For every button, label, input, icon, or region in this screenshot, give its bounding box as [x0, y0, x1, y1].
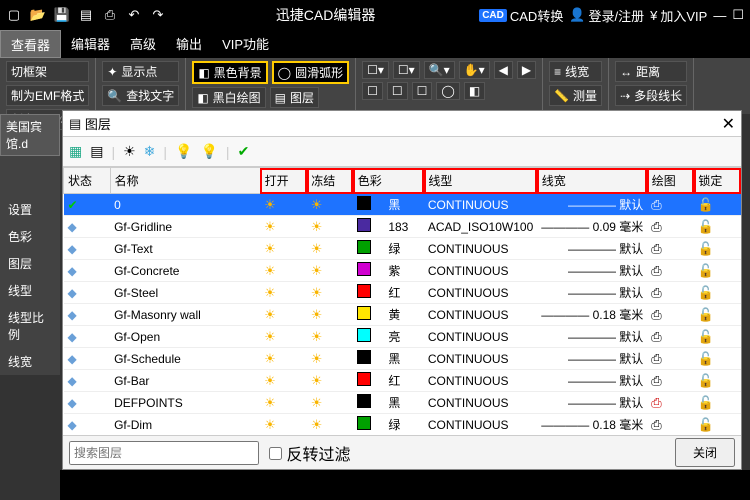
ribbon-showpoint[interactable]: ✦ 显示点 — [102, 61, 179, 82]
ribbon-find[interactable]: 🔍 查找文字 — [102, 85, 179, 106]
save-icon[interactable]: 💾 — [54, 7, 70, 23]
table-row[interactable]: ◆Gf-Open☀☀亮CONTINUOUS———— 默认🔓 — [64, 326, 741, 348]
tab-advanced[interactable]: 高级 — [120, 30, 166, 58]
ribbon-t4[interactable]: ☐ — [387, 82, 408, 100]
pdf-icon[interactable]: ▤ — [78, 7, 94, 23]
ribbon-pan[interactable]: ✋▾ — [459, 61, 490, 79]
table-row[interactable]: ◆Gf-Dim☀☀绿CONTINUOUS———— 0.18 毫米🔓 — [64, 414, 741, 436]
dialog-toolbar: ▦ ▤ | ☀ ❄ | 💡 💡 | ✔ — [63, 137, 741, 167]
ribbon-t6[interactable]: ◯ — [436, 82, 459, 100]
side-layer[interactable]: 图层 — [0, 250, 60, 277]
close-icon[interactable]: ✕ — [722, 114, 735, 134]
layer-dialog: ▤ 图层 ✕ ▦ ▤ | ☀ ❄ | 💡 💡 | ✔ 状态 名称 打开 冻结 色… — [62, 110, 742, 470]
vip-link[interactable]: ¥加入VIP — [650, 6, 707, 25]
col-freeze[interactable]: 冻结 — [307, 168, 354, 194]
side-linetype[interactable]: 线型 — [0, 277, 60, 304]
snow-icon[interactable]: ❄ — [144, 143, 156, 160]
tab-vip[interactable]: VIP功能 — [212, 30, 279, 58]
bulb-off-icon[interactable]: 💡 — [200, 143, 217, 160]
title-bar: ▢ 📂 💾 ▤ ⎙ ↶ ↷ 迅捷CAD编辑器 CADCAD转换 👤登录/注册 ¥… — [0, 0, 750, 30]
redo-icon[interactable]: ↷ — [150, 7, 166, 23]
minimize-icon[interactable]: — — [713, 8, 726, 23]
col-open[interactable]: 打开 — [260, 168, 307, 194]
side-ltscale[interactable]: 线型比例 — [0, 304, 60, 348]
sun-icon[interactable]: ☀ — [123, 143, 136, 160]
ribbon-bw[interactable]: ◧ 黑白绘图 — [192, 87, 265, 108]
ribbon-cutframe[interactable]: 切框架 — [6, 61, 89, 82]
new-layer-icon[interactable]: ▦ — [69, 143, 82, 160]
search-input[interactable] — [69, 441, 259, 465]
ribbon-t3[interactable]: ☐ — [362, 82, 383, 100]
layer-grid[interactable]: 状态 名称 打开 冻结 色彩 线型 线宽 绘图 锁定 ✔0☀☀黑CONTINUO… — [63, 167, 741, 435]
col-lwidth[interactable]: 线宽 — [537, 168, 647, 194]
ribbon-t7[interactable]: ◧ — [464, 82, 485, 100]
ribbon-distance[interactable]: ↔ 距离 — [615, 61, 687, 82]
check-icon[interactable]: ✔ — [238, 143, 250, 160]
col-state[interactable]: 状态 — [64, 168, 111, 194]
left-sidebar: 美国宾馆.d 设置 色彩 图层 线型 线型比例 线宽 — [0, 114, 60, 375]
side-settings[interactable]: 设置 — [0, 196, 60, 223]
tab-editor[interactable]: 编辑器 — [61, 30, 120, 58]
table-row[interactable]: ◆Gf-Steel☀☀红CONTINUOUS———— 默认🔓 — [64, 282, 741, 304]
app-title: 迅捷CAD编辑器 — [172, 5, 479, 25]
table-row[interactable]: ◆Gf-Masonry wall☀☀黄CONTINUOUS———— 0.18 毫… — [64, 304, 741, 326]
ribbon-toggle2[interactable]: ☐▾ — [393, 61, 420, 79]
tab-output[interactable]: 输出 — [166, 30, 212, 58]
table-row[interactable]: ◆Gf-Gridline☀☀183ACAD_ISO10W100———— 0.09… — [64, 216, 741, 238]
dialog-title: 图层 — [85, 114, 111, 133]
ribbon-measure[interactable]: 📏 测量 — [549, 85, 602, 106]
ribbon-prev[interactable]: ◀ — [494, 61, 513, 79]
open-icon[interactable]: 📂 — [30, 7, 46, 23]
invert-filter[interactable]: 反转过滤 — [269, 441, 350, 465]
ribbon-t5[interactable]: ☐ — [412, 82, 433, 100]
canvas-area — [60, 470, 750, 500]
col-name[interactable]: 名称 — [110, 168, 260, 194]
table-row[interactable]: ◆Gf-Schedule☀☀黑CONTINUOUS———— 默认🔓 — [64, 348, 741, 370]
table-row[interactable]: ✔0☀☀黑CONTINUOUS———— 默认🔓 — [64, 194, 741, 216]
edit-layer-icon[interactable]: ▤ — [90, 143, 103, 160]
cad-convert[interactable]: CADCAD转换 — [479, 6, 563, 25]
side-linewidth[interactable]: 线宽 — [0, 348, 60, 375]
ribbon-polyline[interactable]: ⇢ 多段线长 — [615, 85, 687, 106]
table-row[interactable]: ◆Gf-Concrete☀☀紫CONTINUOUS———— 默认🔓 — [64, 260, 741, 282]
ribbon-toggle1[interactable]: ☐▾ — [362, 61, 389, 79]
ribbon-smootharc[interactable]: ◯ 圆滑弧形 — [272, 61, 349, 84]
close-button[interactable]: 关闭 — [675, 438, 735, 467]
table-row[interactable]: ◆Gf-Bar☀☀红CONTINUOUS———— 默认🔓 — [64, 370, 741, 392]
table-row[interactable]: ◆Gf-Text☀☀绿CONTINUOUS———— 默认🔓 — [64, 238, 741, 260]
menu-bar: 查看器 编辑器 高级 输出 VIP功能 — [0, 30, 750, 58]
new-icon[interactable]: ▢ — [6, 7, 22, 23]
ribbon-layer[interactable]: ▤ 图层 — [270, 87, 319, 108]
layer-icon: ▤ — [69, 116, 81, 132]
ribbon-zoom[interactable]: 🔍▾ — [424, 61, 455, 79]
table-row[interactable]: ◆DEFPOINTS☀☀黑CONTINUOUS———— 默认🔓 — [64, 392, 741, 414]
ribbon-next[interactable]: ▶ — [517, 61, 536, 79]
side-color[interactable]: 色彩 — [0, 223, 60, 250]
undo-icon[interactable]: ↶ — [126, 7, 142, 23]
ribbon-blackbg[interactable]: ◧ 黑色背景 — [192, 61, 267, 84]
print-icon[interactable]: ⎙ — [102, 7, 118, 23]
tab-viewer[interactable]: 查看器 — [0, 30, 61, 58]
ribbon-linewidth[interactable]: ≡ 线宽 — [549, 61, 602, 82]
col-ltype[interactable]: 线型 — [424, 168, 537, 194]
maximize-icon[interactable]: ☐ — [732, 7, 744, 23]
ribbon: 切框架 制为EMF格式 制为BMP格 ✦ 显示点 🔍 查找文字 ◧ 黑色背景 ◯… — [0, 58, 750, 114]
ribbon-emf[interactable]: 制为EMF格式 — [6, 85, 89, 106]
file-tab[interactable]: 美国宾馆.d — [0, 114, 60, 156]
login-link[interactable]: 👤登录/注册 — [569, 6, 644, 25]
col-lock[interactable]: 锁定 — [694, 168, 741, 194]
bulb-on-icon[interactable]: 💡 — [175, 143, 192, 160]
col-color[interactable]: 色彩 — [353, 168, 424, 194]
col-plot[interactable]: 绘图 — [647, 168, 694, 194]
